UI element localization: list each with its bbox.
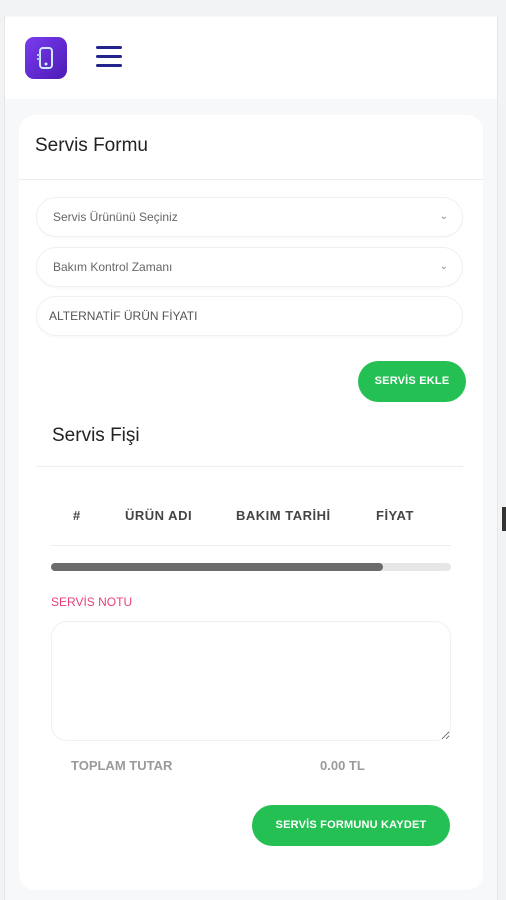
top-bar: [5, 17, 497, 99]
service-product-select[interactable]: Servis Ürününü Seçiniz ⌄: [36, 197, 463, 237]
table-horizontal-scrollbar[interactable]: [51, 563, 451, 571]
alternative-price-input[interactable]: ALTERNATİF ÜRÜN FİYATI: [36, 296, 463, 336]
column-header-price: FİYAT: [376, 508, 414, 523]
alternative-price-placeholder: ALTERNATİF ÜRÜN FİYATI: [49, 309, 198, 323]
service-note-label: SERVİS NOTU: [51, 595, 133, 609]
page-edge-marker: [502, 507, 506, 531]
maintenance-time-select-value: Bakım Kontrol Zamanı: [53, 260, 173, 274]
total-amount-value: 0.00 TL: [320, 758, 365, 773]
chevron-down-icon: ⌄: [439, 261, 448, 272]
hamburger-menu-icon[interactable]: [96, 46, 124, 68]
chevron-down-icon: ⌄: [439, 211, 448, 222]
service-note-textarea[interactable]: [51, 621, 451, 741]
save-service-form-button[interactable]: SERVİS FORMUNU KAYDET: [252, 805, 450, 846]
add-service-button[interactable]: SERVİS EKLE: [358, 361, 466, 402]
service-form-card: Servis Formu Servis Ürününü Seçiniz ⌄ Ba…: [19, 115, 483, 890]
app-logo[interactable]: [25, 37, 67, 79]
maintenance-time-select[interactable]: Bakım Kontrol Zamanı ⌄: [36, 247, 463, 287]
column-header-maintenance-date: BAKIM TARİHİ: [236, 508, 331, 523]
service-form-title: Servis Formu: [35, 135, 148, 156]
column-header-index: #: [73, 508, 81, 523]
service-receipt-title: Servis Fişi: [52, 425, 140, 446]
scrollbar-thumb[interactable]: [51, 563, 383, 571]
total-amount-label: TOPLAM TUTAR: [71, 758, 173, 773]
divider: [19, 179, 483, 180]
divider: [36, 466, 463, 467]
service-receipt-panel: Servis Fişi # ÜRÜN ADI BAKIM TARİHİ FİYA…: [36, 405, 463, 865]
phone-app-logo-icon: [37, 47, 53, 69]
column-header-product-name: ÜRÜN ADI: [125, 508, 193, 523]
service-product-select-value: Servis Ürününü Seçiniz: [53, 210, 178, 224]
table-header-divider: [51, 545, 451, 546]
